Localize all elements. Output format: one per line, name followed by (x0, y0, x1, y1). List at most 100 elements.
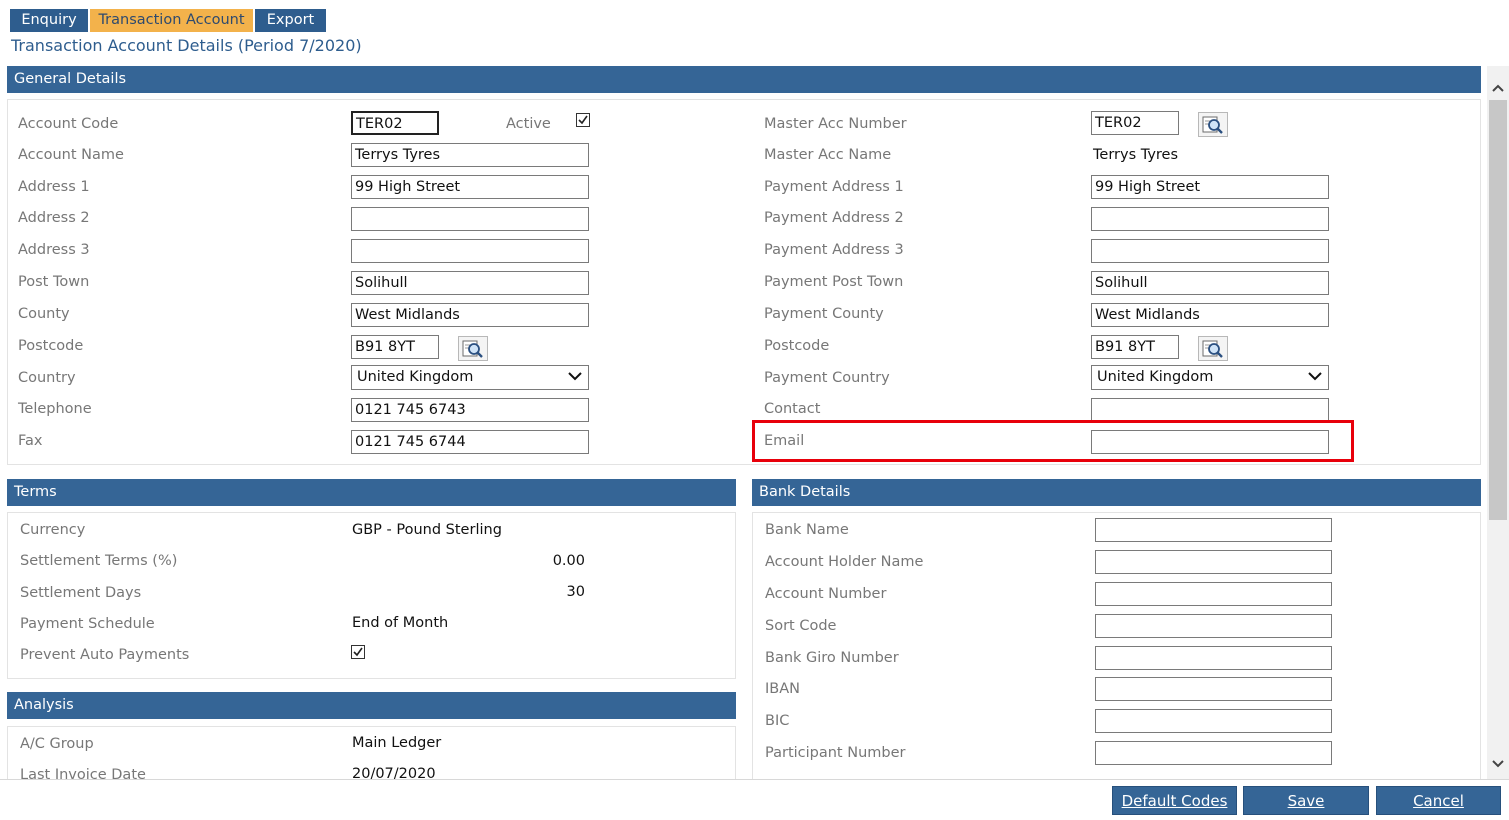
page-title: Transaction Account Details (Period 7/20… (11, 36, 362, 55)
contact-input[interactable] (1091, 398, 1329, 422)
county-label: County (18, 306, 70, 322)
payment-postcode-label: Postcode (764, 338, 830, 354)
cancel-button[interactable]: Cancel (1376, 786, 1501, 815)
master-acc-number-input[interactable]: TER02 (1091, 111, 1179, 135)
bank-giro-number-input[interactable] (1095, 646, 1332, 670)
account-number-label: Account Number (765, 586, 887, 602)
sort-code-input[interactable] (1095, 614, 1332, 638)
contact-label: Contact (764, 401, 821, 417)
account-code-input[interactable]: TER02 (351, 111, 439, 135)
master-acc-lookup-button[interactable] (1198, 112, 1228, 137)
checkmark-icon (353, 647, 363, 657)
post-town-label: Post Town (18, 274, 90, 290)
postcode-label: Postcode (18, 338, 84, 354)
payment-schedule-label: Payment Schedule (20, 616, 155, 632)
master-acc-name-value: Terrys Tyres (1093, 147, 1179, 163)
payment-county-label: Payment County (764, 306, 884, 322)
magnifier-search-icon (1202, 340, 1223, 358)
country-label: Country (18, 370, 76, 386)
address1-label: Address 1 (18, 179, 90, 195)
currency-label: Currency (20, 522, 86, 538)
currency-value: GBP - Pound Sterling (352, 522, 502, 538)
prevent-auto-payments-checkbox[interactable] (351, 645, 365, 659)
country-select[interactable]: United Kingdom (351, 365, 589, 390)
settlement-terms-label: Settlement Terms (%) (20, 553, 178, 569)
postcode-lookup-button[interactable] (458, 336, 488, 361)
default-codes-label: Default Codes (1121, 792, 1228, 810)
address2-label: Address 2 (18, 210, 90, 226)
payment-address3-input[interactable] (1091, 239, 1329, 263)
prevent-auto-payments-label: Prevent Auto Payments (20, 647, 190, 663)
participant-number-input[interactable] (1095, 741, 1332, 765)
checkmark-icon (578, 115, 588, 125)
scroll-down-icon[interactable] (1492, 756, 1504, 772)
payment-postcode-lookup-button[interactable] (1198, 336, 1228, 361)
payment-country-select-value: United Kingdom (1097, 369, 1214, 385)
magnifier-search-icon (462, 340, 483, 358)
telephone-input[interactable]: 0121 745 6743 (351, 398, 589, 422)
active-checkbox[interactable] (576, 113, 590, 127)
save-label: Save (1287, 792, 1325, 810)
terms-header: Terms (7, 479, 736, 506)
magnifier-search-icon (1202, 116, 1223, 134)
scroll-up-icon[interactable] (1492, 80, 1504, 96)
payment-county-input[interactable]: West Midlands (1091, 303, 1329, 327)
country-select-value: United Kingdom (357, 369, 474, 385)
bank-details-header: Bank Details (752, 479, 1481, 506)
fax-label: Fax (18, 433, 43, 449)
save-button[interactable]: Save (1243, 786, 1369, 815)
vertical-scrollbar[interactable] (1487, 66, 1509, 779)
payment-post-town-input[interactable]: Solihull (1091, 271, 1329, 295)
cancel-label: Cancel (1413, 792, 1464, 810)
master-acc-number-label: Master Acc Number (764, 116, 907, 132)
active-label: Active (506, 116, 551, 132)
address3-label: Address 3 (18, 242, 90, 258)
bic-input[interactable] (1095, 709, 1332, 733)
chevron-down-icon (1307, 368, 1323, 392)
payment-postcode-input[interactable]: B91 8YT (1091, 335, 1179, 359)
tab-enquiry[interactable]: Enquiry (10, 9, 88, 32)
telephone-label: Telephone (18, 401, 92, 417)
settlement-days-label: Settlement Days (20, 585, 142, 601)
bank-name-label: Bank Name (765, 522, 849, 538)
payment-schedule-value: End of Month (352, 615, 449, 631)
postcode-input[interactable]: B91 8YT (351, 335, 439, 359)
tab-export[interactable]: Export (255, 9, 326, 32)
payment-address3-label: Payment Address 3 (764, 242, 904, 258)
tab-transaction-account[interactable]: Transaction Account (90, 9, 253, 32)
account-holder-name-input[interactable] (1095, 550, 1332, 574)
fax-input[interactable]: 0121 745 6744 (351, 430, 589, 454)
account-name-input[interactable]: Terrys Tyres (351, 143, 589, 167)
settlement-days-value: 30 (566, 584, 585, 600)
address2-input[interactable] (351, 207, 589, 231)
county-input[interactable]: West Midlands (351, 303, 589, 327)
ac-group-label: A/C Group (20, 736, 94, 752)
settlement-terms-value: 0.00 (552, 553, 585, 569)
payment-address1-label: Payment Address 1 (764, 179, 904, 195)
account-name-label: Account Name (18, 147, 124, 163)
payment-country-label: Payment Country (764, 370, 890, 386)
master-acc-name-label: Master Acc Name (764, 147, 892, 163)
address1-input[interactable]: 99 High Street (351, 175, 589, 199)
post-town-input[interactable]: Solihull (351, 271, 589, 295)
payment-address1-input[interactable]: 99 High Street (1091, 175, 1329, 199)
bank-giro-number-label: Bank Giro Number (765, 650, 899, 666)
iban-input[interactable] (1095, 677, 1332, 701)
payment-address2-input[interactable] (1091, 207, 1329, 231)
email-highlight-box (752, 420, 1354, 462)
participant-number-label: Participant Number (765, 745, 906, 761)
address3-input[interactable] (351, 239, 589, 263)
scrollbar-thumb[interactable] (1489, 100, 1507, 520)
payment-post-town-label: Payment Post Town (764, 274, 904, 290)
payment-address2-label: Payment Address 2 (764, 210, 904, 226)
account-code-label: Account Code (18, 116, 119, 132)
bank-name-input[interactable] (1095, 518, 1332, 542)
account-number-input[interactable] (1095, 582, 1332, 606)
bic-label: BIC (765, 713, 790, 729)
sort-code-label: Sort Code (765, 618, 837, 634)
chevron-down-icon (567, 368, 583, 392)
account-holder-name-label: Account Holder Name (765, 554, 924, 570)
default-codes-button[interactable]: Default Codes (1112, 786, 1237, 815)
analysis-header: Analysis (7, 692, 736, 719)
payment-country-select[interactable]: United Kingdom (1091, 365, 1329, 390)
